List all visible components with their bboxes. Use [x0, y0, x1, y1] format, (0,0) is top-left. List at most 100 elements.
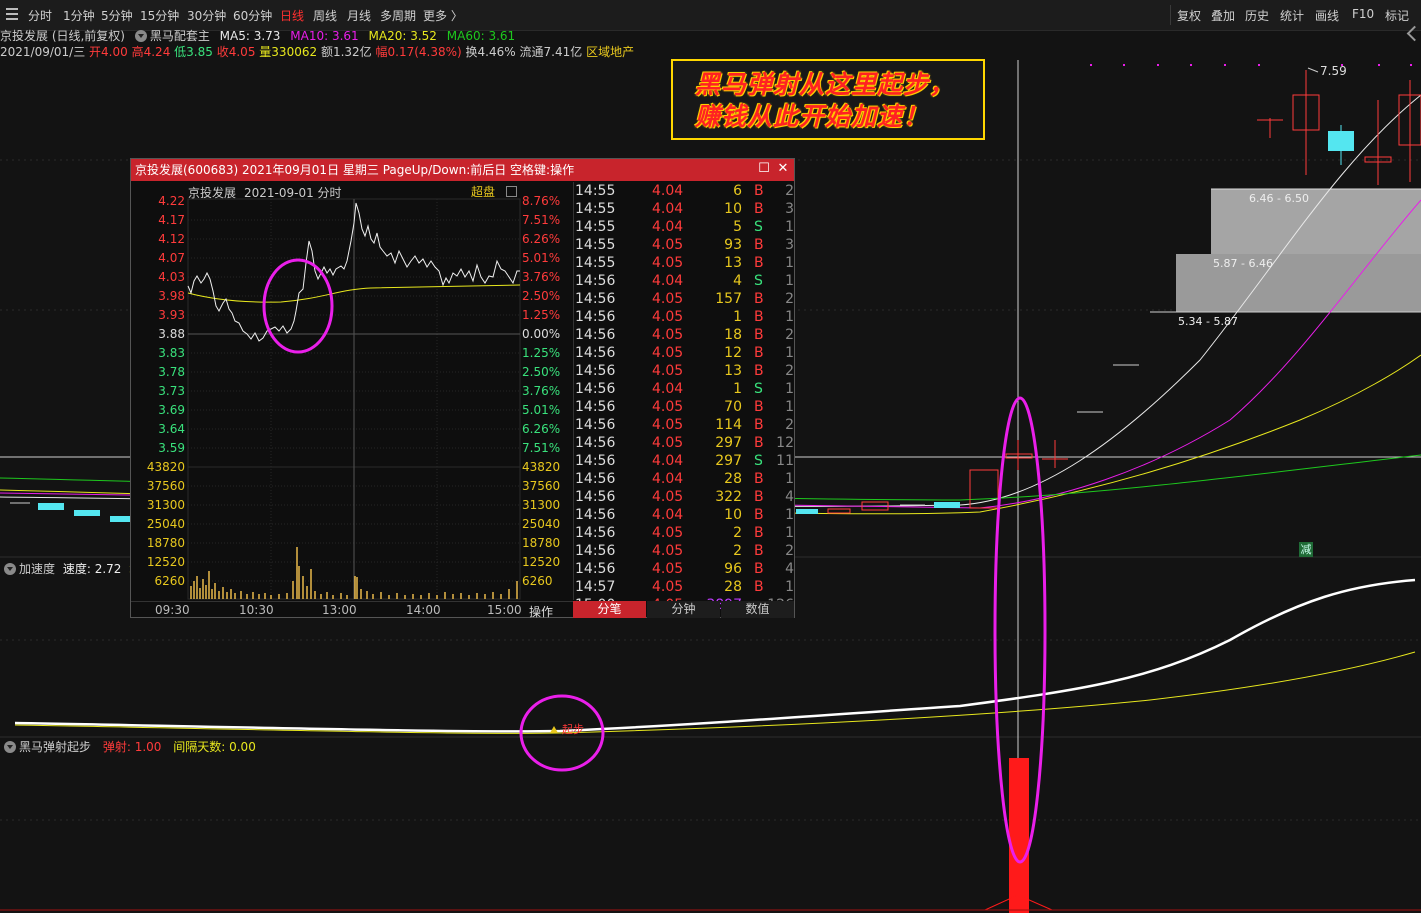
tick-price: 4.05 [652, 435, 684, 451]
tick-price: 4.05 [652, 561, 684, 577]
tick-time: 14:56 [575, 291, 616, 307]
vol-tick: 18780 [522, 536, 561, 550]
tick-volume: 18 [724, 327, 742, 343]
tick-price: 4.04 [652, 183, 684, 199]
tick-volume: 28 [724, 471, 742, 487]
table-row: 14:56 4.04 28 B 1 [574, 470, 796, 488]
tick-count: 2 [785, 543, 794, 559]
pct-tick: 1.25% [522, 346, 561, 360]
tick-volume: 10 [724, 507, 742, 523]
banner-line-2: 赚钱从此开始加速！ [695, 102, 930, 131]
candle-down [934, 502, 960, 508]
popup-titlebar[interactable]: 京投发展(600683) 2021年09月01日 星期三 PageUp/Down… [131, 159, 794, 181]
tick-count: 2 [785, 291, 794, 307]
pct-tick: 2.50% [522, 365, 561, 379]
pct-tick: 5.01% [522, 251, 561, 265]
tick-time: 14:56 [575, 399, 616, 415]
tick-direction: B [754, 525, 764, 541]
table-row: 14:56 4.04 10 B 1 [574, 506, 796, 524]
time-tick: 09:30 [155, 603, 190, 617]
tick-price: 4.04 [652, 219, 684, 235]
tick-time: 14:55 [575, 255, 616, 271]
tick-price: 4.04 [652, 507, 684, 523]
table-row: 14:55 4.05 93 B 3 [574, 236, 796, 254]
tick-time: 14:56 [575, 417, 616, 433]
tick-direction: B [754, 543, 764, 559]
tick-direction: B [754, 255, 764, 271]
highlight-ellipse [262, 258, 334, 354]
tick-price: 4.04 [652, 201, 684, 217]
accel-toggle-icon[interactable] [4, 563, 16, 575]
time-tick: 15:00 [487, 603, 522, 617]
tick-count: 1 [785, 309, 794, 325]
pct-tick: 7.51% [522, 213, 561, 227]
price-tick: 4.17 [158, 213, 185, 227]
pct-tick: 6.26% [522, 422, 561, 436]
tick-price: 4.05 [652, 525, 684, 541]
launch-name[interactable]: 黑马弹射起步 [19, 740, 91, 754]
reduce-badge: 减 [1299, 542, 1313, 557]
pct-tick: 3.76% [522, 270, 561, 284]
vol-tick: 12520 [522, 555, 561, 569]
close-icon[interactable]: ✕ [776, 162, 790, 176]
price-tick: 4.07 [158, 251, 185, 265]
tick-direction: B [754, 417, 764, 433]
tab-ticks[interactable]: 分笔 [573, 601, 646, 618]
tick-count: 2 [785, 363, 794, 379]
high-marker-line [1307, 67, 1319, 73]
tick-direction: B [754, 183, 764, 199]
price-tick: 3.64 [158, 422, 185, 436]
tick-time: 14:56 [575, 471, 616, 487]
tick-count: 4 [785, 489, 794, 505]
zone-label: 5.87 - 6.46 [1213, 257, 1273, 270]
tick-volume: 5 [733, 219, 742, 235]
tick-volume: 1 [733, 381, 742, 397]
operate-button[interactable]: 操作 [529, 603, 553, 620]
tick-time: 14:55 [575, 201, 616, 217]
signal-dot-row [1090, 64, 1412, 66]
accel-name[interactable]: 加速度 [19, 562, 55, 576]
tick-count: 3 [785, 201, 794, 217]
vol-tick: 25040 [522, 517, 561, 531]
table-row: 14:56 4.05 13 B 2 [574, 362, 796, 380]
tick-direction: B [754, 237, 764, 253]
maximize-icon[interactable]: ☐ [757, 162, 771, 176]
intraday-popup-window[interactable]: 京投发展(600683) 2021年09月01日 星期三 PageUp/Down… [130, 158, 796, 620]
table-row: 14:56 4.05 1 B 1 [574, 308, 796, 326]
pct-tick: 7.51% [522, 441, 561, 455]
table-row: 14:56 4.05 12 B 1 [574, 344, 796, 362]
tick-count: 11 [776, 453, 794, 469]
tick-time: 14:56 [575, 561, 616, 577]
tick-time: 14:56 [575, 543, 616, 559]
candle-down [110, 516, 130, 522]
price-zone-box [1211, 189, 1421, 254]
tick-volume: 4 [733, 273, 742, 289]
tick-direction: B [754, 291, 764, 307]
tick-price: 4.05 [652, 309, 684, 325]
price-tick: 3.93 [158, 308, 185, 322]
tick-direction: B [754, 489, 764, 505]
tab-values[interactable]: 数值 [721, 601, 794, 618]
table-row: 14:56 4.04 297 S 11 [574, 452, 796, 470]
tick-volume: 13 [724, 363, 742, 379]
tick-time: 14:56 [575, 381, 616, 397]
table-row: 14:55 4.04 5 S 1 [574, 218, 796, 236]
tick-count: 2 [785, 327, 794, 343]
tick-time: 14:56 [575, 489, 616, 505]
pct-tick: 5.01% [522, 403, 561, 417]
zone-label: 5.34 - 5.87 [1178, 315, 1238, 328]
tick-price: 4.05 [652, 327, 684, 343]
tick-count: 1 [785, 471, 794, 487]
table-row: 14:57 4.05 28 B 1 [574, 578, 796, 596]
tick-count: 1 [785, 345, 794, 361]
tab-minutes[interactable]: 分钟 [647, 601, 720, 618]
speed-value: 速度: 2.72 [62, 562, 122, 576]
table-row: 14:56 4.05 2 B 1 [574, 524, 796, 542]
tick-volume: 114 [715, 417, 742, 433]
start-marker-icon [550, 726, 558, 733]
tick-direction: B [754, 201, 764, 217]
tick-count: 1 [785, 399, 794, 415]
tick-direction: B [754, 579, 764, 595]
tick-count: 3 [785, 237, 794, 253]
launch-toggle-icon[interactable] [4, 741, 16, 753]
